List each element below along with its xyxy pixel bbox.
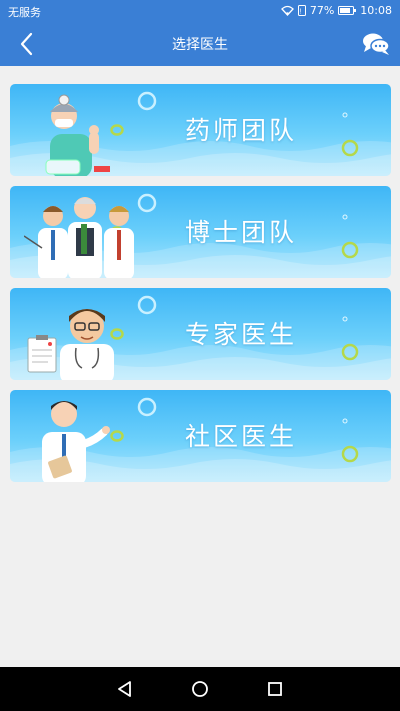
status-indicators: ! 77% 10:08: [280, 4, 392, 17]
card-label: 博士团队: [185, 218, 298, 247]
clock-time: 10:08: [360, 4, 392, 17]
wifi-icon: [280, 5, 294, 16]
chat-bubbles-icon[interactable]: [362, 31, 390, 57]
card-phd-team[interactable]: 博士团队: [10, 186, 391, 278]
square-recents-icon[interactable]: [265, 679, 285, 699]
pharmacist-illustration: [45, 94, 110, 176]
page-title: 选择医生: [172, 37, 228, 53]
svg-text:!: !: [299, 9, 301, 16]
battery-percent: 77%: [309, 4, 335, 17]
system-nav-bar: [0, 667, 400, 711]
community-doctor-illustration: [42, 401, 110, 482]
card-expert-doctor[interactable]: 专家医生: [10, 288, 391, 380]
circle-home-icon[interactable]: [190, 679, 210, 699]
sim-icon: !: [297, 5, 306, 16]
battery-icon: [338, 6, 357, 15]
card-community-doctor[interactable]: 社区医生: [10, 390, 391, 482]
card-label: 专家医生: [185, 320, 298, 349]
carrier-text: 无服务: [8, 6, 41, 19]
status-bar: 无服务 ! 77% 10:08: [0, 0, 400, 22]
card-pharmacist-team[interactable]: 药师团队: [10, 84, 391, 176]
card-label: 社区医生: [185, 422, 298, 451]
doctor-team-illustration: [24, 197, 134, 278]
triangle-back-icon[interactable]: [115, 679, 135, 699]
app-bar: 选择医生: [0, 22, 400, 66]
expert-doctor-illustration: [27, 309, 114, 380]
card-label: 药师团队: [185, 116, 298, 145]
